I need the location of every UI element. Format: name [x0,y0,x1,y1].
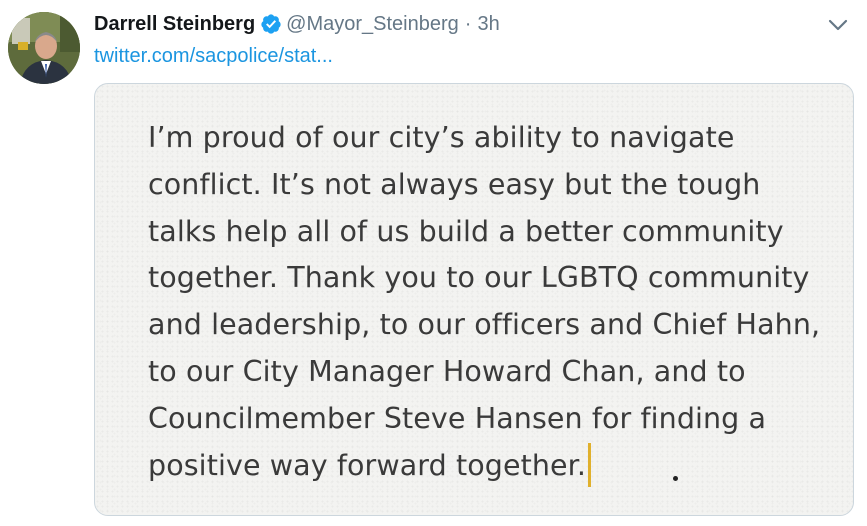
separator-dot: · [464,13,472,35]
image-text-line: I’m proud of our city’s ability to navig… [148,121,735,154]
text-cursor [588,442,592,487]
attached-image[interactable]: I’m proud of our city’s ability to navig… [94,83,854,516]
image-text-line: Councilmember Steve Hansen for finding a [148,401,767,435]
image-text-line: conflict. It’s not always easy but the t… [148,167,761,201]
image-text-block: I’m proud of our city’s ability to navig… [148,115,848,489]
timestamp[interactable]: 3h [477,11,499,37]
stray-dot [673,476,678,481]
display-name[interactable]: Darrell Steinberg [94,11,255,37]
image-text-line: to our City Manager Howard Chan, and to [148,354,746,388]
image-text-line: talks help all of us build a better comm… [148,214,784,248]
image-text-line: positive way forward together. [148,448,587,482]
verified-badge-icon [260,13,282,35]
image-text-line: together. Thank you to our LGBTQ communi… [148,261,810,295]
avatar[interactable] [8,12,80,84]
image-text-line-last: positive way forward together. [148,442,848,490]
user-handle[interactable]: @Mayor_Steinberg [286,11,459,37]
tweet-link[interactable]: twitter.com/sacpolice/stat... [94,43,333,69]
chevron-down-icon[interactable] [827,14,849,36]
image-text-line: and leadership, to our officers and Chie… [148,308,821,342]
tweet: Darrell Steinberg @Mayor_Steinberg · 3h … [0,0,867,526]
tweet-header: Darrell Steinberg @Mayor_Steinberg · 3h [94,11,500,37]
avatar-photo [8,12,80,84]
